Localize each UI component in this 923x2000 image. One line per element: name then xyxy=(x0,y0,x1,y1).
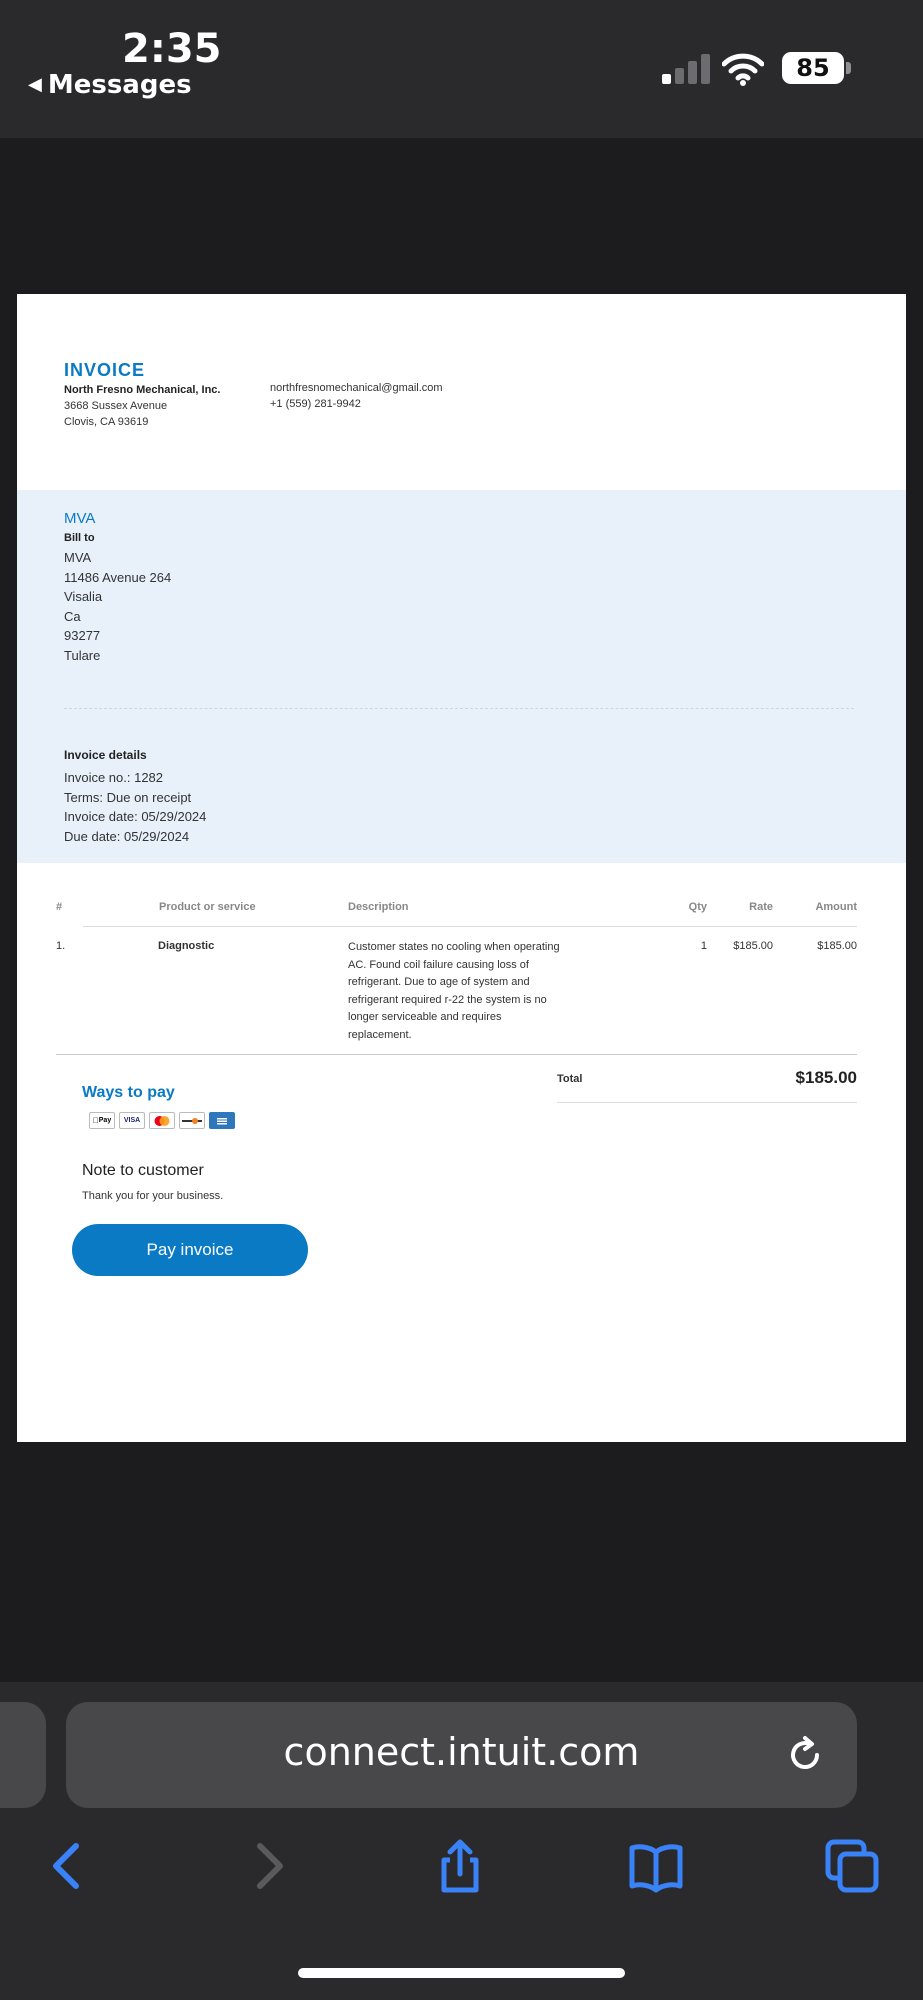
due-date: Due date: 05/29/2024 xyxy=(64,829,190,844)
bill-to-line: Tulare xyxy=(64,648,101,663)
back-label: Messages xyxy=(47,70,192,100)
row-product: Diagnostic xyxy=(158,940,215,952)
battery-icon: 85 xyxy=(782,52,844,84)
invoice-date: Invoice date: 05/29/2024 xyxy=(64,809,207,824)
total-label: Total xyxy=(557,1073,583,1085)
note-body: Thank you for your business. xyxy=(82,1190,224,1202)
invoice-page: INVOICE North Fresno Mechanical, Inc. 36… xyxy=(17,294,906,1442)
company-email: northfresnomechanical@gmail.com xyxy=(270,382,443,394)
back-to-messages-button[interactable]: ◀ Messages xyxy=(28,70,192,100)
company-name: North Fresno Mechanical, Inc. xyxy=(64,384,221,396)
invoice-terms: Terms: Due on receipt xyxy=(64,790,192,805)
section-divider xyxy=(64,708,854,709)
status-time: 2:35 xyxy=(122,26,222,72)
row-description: Customer states no cooling when operatin… xyxy=(348,941,560,1041)
mastercard-icon xyxy=(149,1112,175,1129)
row-amount: $185.00 xyxy=(817,940,857,952)
row-number: 1. xyxy=(56,940,66,952)
home-indicator xyxy=(298,1968,625,1978)
bill-to-line: 11486 Avenue 264 xyxy=(64,570,172,585)
column-header-description: Description xyxy=(348,901,409,913)
bill-to-line: 93277 xyxy=(64,628,101,643)
back-triangle-icon: ◀ xyxy=(28,74,42,95)
reload-icon[interactable] xyxy=(784,1734,826,1776)
discover-icon xyxy=(179,1112,205,1129)
column-header-amount: Amount xyxy=(815,901,857,913)
apple-pay-icon: Pay xyxy=(89,1112,115,1129)
bookmarks-icon[interactable] xyxy=(628,1838,684,1894)
bill-to-line: Visalia xyxy=(64,589,103,604)
invoice-title: INVOICE xyxy=(64,360,146,380)
total-divider xyxy=(557,1102,857,1103)
payment-methods: Pay VISA xyxy=(89,1112,235,1130)
battery-tip xyxy=(846,62,851,74)
share-icon[interactable] xyxy=(432,1838,488,1894)
row-rate: $185.00 xyxy=(733,940,773,952)
bill-to-section: MVA Bill to MVA 11486 Avenue 264 Visalia… xyxy=(17,490,906,863)
address-bar[interactable]: connect.intuit.com xyxy=(66,1702,857,1808)
back-arrow-icon[interactable] xyxy=(40,1838,96,1894)
column-header-product: Product or service xyxy=(159,901,256,913)
customer-name: MVA xyxy=(64,510,96,527)
visa-label: VISA xyxy=(123,1117,141,1124)
tabs-icon[interactable] xyxy=(824,1838,880,1894)
visa-icon: VISA xyxy=(119,1112,145,1129)
invoice-number: Invoice no.: 1282 xyxy=(64,770,164,785)
table-header-divider xyxy=(83,926,857,927)
wifi-icon xyxy=(722,53,764,86)
column-header-qty: Qty xyxy=(688,901,707,913)
cellular-signal-icon xyxy=(662,52,710,84)
forward-arrow-icon[interactable] xyxy=(240,1838,296,1894)
company-phone: +1 (559) 281-9942 xyxy=(270,398,361,410)
total-value: $185.00 xyxy=(795,1068,857,1087)
bill-to-line: Ca xyxy=(64,609,81,624)
company-address-line: 3668 Sussex Avenue xyxy=(64,400,168,412)
column-header-number: # xyxy=(56,901,63,913)
invoice-details-title: Invoice details xyxy=(64,748,147,762)
table-bottom-divider xyxy=(56,1054,857,1055)
pay-invoice-button[interactable]: Pay invoice xyxy=(72,1224,308,1276)
url-text: connect.intuit.com xyxy=(283,1730,640,1774)
note-title: Note to customer xyxy=(82,1162,204,1179)
column-header-rate: Rate xyxy=(749,901,773,913)
ways-to-pay-title: Ways to pay xyxy=(82,1084,175,1101)
bill-to-label: Bill to xyxy=(64,532,95,544)
bill-to-line: MVA xyxy=(64,550,92,565)
apple-pay-label: Pay xyxy=(95,1117,111,1124)
previous-tab-preview[interactable] xyxy=(0,1702,46,1808)
row-qty: 1 xyxy=(700,940,707,952)
status-bar: 2:35 ◀ Messages 85 xyxy=(0,0,923,138)
amex-icon xyxy=(209,1112,235,1129)
company-address-line: Clovis, CA 93619 xyxy=(64,416,149,428)
